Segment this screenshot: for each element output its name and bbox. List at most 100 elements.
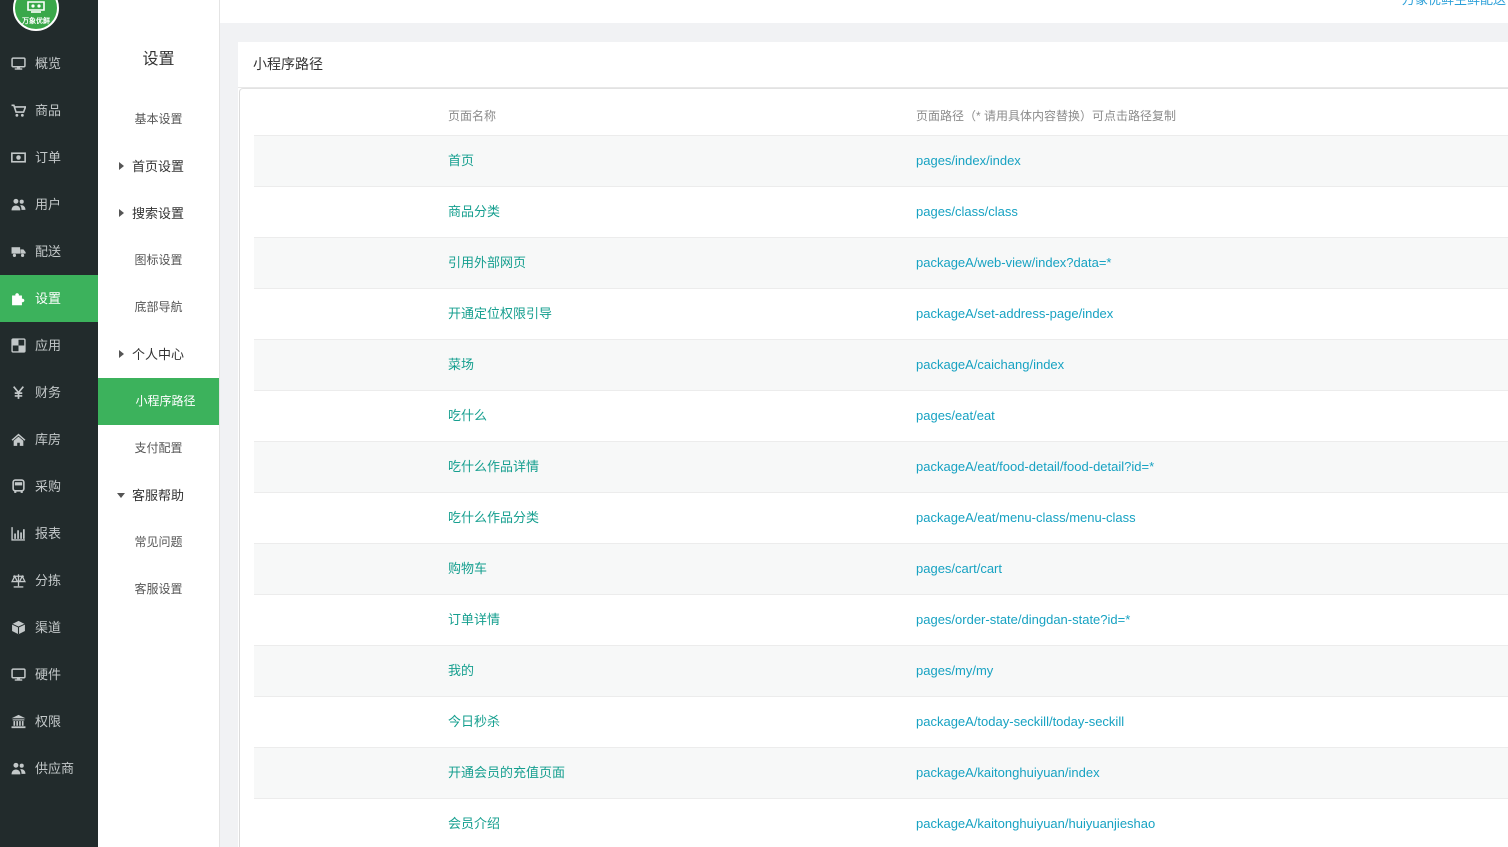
- nav-item-label: 库房: [35, 432, 62, 447]
- page-name-cell: 会员介绍: [448, 816, 501, 831]
- page-path-link[interactable]: pages/my/my: [916, 646, 993, 696]
- nav-item-sorting[interactable]: 分拣: [0, 557, 98, 604]
- nav-item-overview[interactable]: 概览: [0, 40, 98, 87]
- nav-item-permissions[interactable]: 权限: [0, 698, 98, 745]
- yen-icon: [11, 385, 26, 400]
- subnav-item-home-settings[interactable]: 首页设置: [98, 143, 219, 190]
- subnav-list: 基本设置首页设置搜索设置图标设置底部导航个人中心 小程序路径支付配置客服帮助常见问…: [98, 96, 219, 613]
- subnav-item-label: 搜索设置: [132, 206, 185, 221]
- nav-item-label: 报表: [35, 526, 62, 541]
- nav-item-settings[interactable]: 设置: [0, 275, 98, 322]
- bar-chart-icon: [11, 526, 26, 541]
- page-path-link[interactable]: pages/order-state/dingdan-state?id=*: [916, 595, 1130, 645]
- subnav-item-customer-service-settings[interactable]: 客服设置: [98, 566, 219, 613]
- page-path-link[interactable]: pages/eat/eat: [916, 391, 995, 441]
- apps-icon: [11, 338, 26, 353]
- table-row: 开通会员的充值页面 packageA/kaitonghuiyuan/index: [254, 747, 1508, 798]
- nav-item-users[interactable]: 用户: [0, 181, 98, 228]
- nav-item-reports[interactable]: 报表: [0, 510, 98, 557]
- nav-item-orders[interactable]: 订单: [0, 134, 98, 181]
- page-path-link[interactable]: pages/cart/cart: [916, 544, 1002, 594]
- brand-logo[interactable]: 万象优鲜: [13, 0, 59, 31]
- page-path-link[interactable]: packageA/set-address-page/index: [916, 289, 1113, 339]
- page-name-cell: 开通定位权限引导: [448, 306, 553, 321]
- subnav-item-bottom-nav[interactable]: 底部导航: [98, 284, 219, 331]
- page-path-link[interactable]: packageA/kaitonghuiyuan/huiyuanjieshao: [916, 799, 1155, 847]
- page-name-cell: 首页: [448, 153, 475, 168]
- page-name-cell: 购物车: [448, 561, 488, 576]
- table-row: 订单详情 pages/order-state/dingdan-state?id=*: [254, 594, 1508, 645]
- nav-item-channels[interactable]: 渠道: [0, 604, 98, 651]
- nav-item-label: 概览: [35, 56, 62, 71]
- table-row: 购物车 pages/cart/cart: [254, 543, 1508, 594]
- page-path-link[interactable]: packageA/eat/food-detail/food-detail?id=…: [916, 442, 1154, 492]
- nav-item-finance[interactable]: 财务: [0, 369, 98, 416]
- top-bar: 万象优鲜生鲜配送: [220, 0, 1508, 23]
- nav-item-apps[interactable]: 应用: [0, 322, 98, 369]
- settings-subnav: 设置 基本设置首页设置搜索设置图标设置底部导航个人中心 小程序路径支付配置客服帮助…: [98, 0, 220, 847]
- nav-item-delivery[interactable]: 配送: [0, 228, 98, 275]
- table-row: 商品分类 pages/class/class: [254, 186, 1508, 237]
- page-name-cell: 引用外部网页: [448, 255, 527, 270]
- table-row: 会员介绍 packageA/kaitonghuiyuan/huiyuanjiesh…: [254, 798, 1508, 846]
- subnav-item-faq[interactable]: 常见问题: [98, 519, 219, 566]
- nav-item-warehouse[interactable]: 库房: [0, 416, 98, 463]
- nav-item-label: 渠道: [35, 620, 62, 635]
- paths-panel: 小程序路径 页面名称 页面路径（* 请用具体内容替换）可点击路径复制 首页 pag…: [238, 42, 1508, 847]
- subnav-item-payment-config[interactable]: 支付配置: [98, 425, 219, 472]
- table-row: 我的 pages/my/my: [254, 645, 1508, 696]
- page-path-link[interactable]: packageA/eat/menu-class/menu-class: [916, 493, 1136, 543]
- paths-table: 页面名称 页面路径（* 请用具体内容替换）可点击路径复制 首页 pages/ind…: [254, 97, 1508, 846]
- logo-text: 万象优鲜: [22, 18, 50, 25]
- top-notice-link[interactable]: 万象优鲜生鲜配送: [1402, 0, 1508, 8]
- truck-icon: [11, 244, 26, 259]
- column-header-page-path: 页面路径（* 请用具体内容替换）可点击路径复制: [916, 109, 1177, 123]
- nav-item-suppliers[interactable]: 供应商: [0, 745, 98, 792]
- nav-item-label: 硬件: [35, 667, 62, 682]
- subnav-item-label: 基本设置: [134, 112, 183, 126]
- page-name-cell: 今日秒杀: [448, 714, 501, 729]
- nav-item-label: 用户: [35, 197, 62, 212]
- page-name-cell: 吃什么作品详情: [448, 459, 540, 474]
- nav-item-label: 商品: [35, 103, 62, 118]
- page-path-link[interactable]: packageA/today-seckill/today-seckill: [916, 697, 1124, 747]
- subnav-item-icon-settings[interactable]: 图标设置: [98, 237, 219, 284]
- nav-item-hardware[interactable]: 硬件: [0, 651, 98, 698]
- table-row: 今日秒杀 packageA/today-seckill/today-seckill: [254, 696, 1508, 747]
- subnav-item-label: 支付配置: [134, 441, 183, 455]
- table-row: 引用外部网页 packageA/web-view/index?data=*: [254, 237, 1508, 288]
- page-name-cell: 开通会员的充值页面: [448, 765, 566, 780]
- subnav-item-label: 底部导航: [134, 300, 183, 314]
- nav-item-label: 订单: [35, 150, 62, 165]
- page-path-link[interactable]: packageA/caichang/index: [916, 340, 1064, 390]
- page-path-link[interactable]: packageA/kaitonghuiyuan/index: [916, 748, 1100, 798]
- page-path-link[interactable]: packageA/web-view/index?data=*: [916, 238, 1112, 288]
- nav-item-label: 权限: [35, 714, 62, 729]
- page-path-link[interactable]: pages/class/class: [916, 187, 1018, 237]
- subnav-item-profile-center[interactable]: 个人中心: [98, 331, 219, 378]
- subnav-item-label: 客服帮助: [132, 488, 185, 503]
- table-row: 吃什么 pages/eat/eat: [254, 390, 1508, 441]
- table-row: 首页 pages/index/index: [254, 135, 1508, 186]
- subnav-title: 设置: [142, 51, 175, 68]
- main-content: 小程序路径 页面名称 页面路径（* 请用具体内容替换）可点击路径复制 首页 pag…: [220, 23, 1508, 847]
- subnav-item-label: 图标设置: [134, 253, 183, 267]
- caret-right-icon: [119, 350, 124, 358]
- nav-item-label: 供应商: [35, 761, 75, 776]
- nav-item-label: 采购: [35, 479, 62, 494]
- main-sidebar: 万象优鲜 概览商品订单用户配送 设置 应用 财务库房采购报表分拣渠道硬件权限供应商: [0, 0, 98, 847]
- nav-item-purchasing[interactable]: 采购: [0, 463, 98, 510]
- subnav-item-search-settings[interactable]: 搜索设置: [98, 190, 219, 237]
- subnav-item-basic-settings[interactable]: 基本设置: [98, 96, 219, 143]
- users-icon: [11, 761, 26, 776]
- page-name-cell: 菜场: [448, 357, 475, 372]
- table-header: 页面名称 页面路径（* 请用具体内容替换）可点击路径复制: [254, 97, 1508, 135]
- paths-table-container: 页面名称 页面路径（* 请用具体内容替换）可点击路径复制 首页 pages/ind…: [239, 88, 1508, 847]
- subnav-item-customer-help[interactable]: 客服帮助: [98, 472, 219, 519]
- top-notice-container: 万象优鲜生鲜配送: [1402, 0, 1508, 8]
- page-path-link[interactable]: pages/index/index: [916, 136, 1021, 186]
- nav-item-products[interactable]: 商品: [0, 87, 98, 134]
- page-name-cell: 吃什么: [448, 408, 488, 423]
- page-title: 小程序路径: [238, 42, 1508, 88]
- subnav-item-miniprogram-paths[interactable]: 小程序路径: [98, 378, 219, 425]
